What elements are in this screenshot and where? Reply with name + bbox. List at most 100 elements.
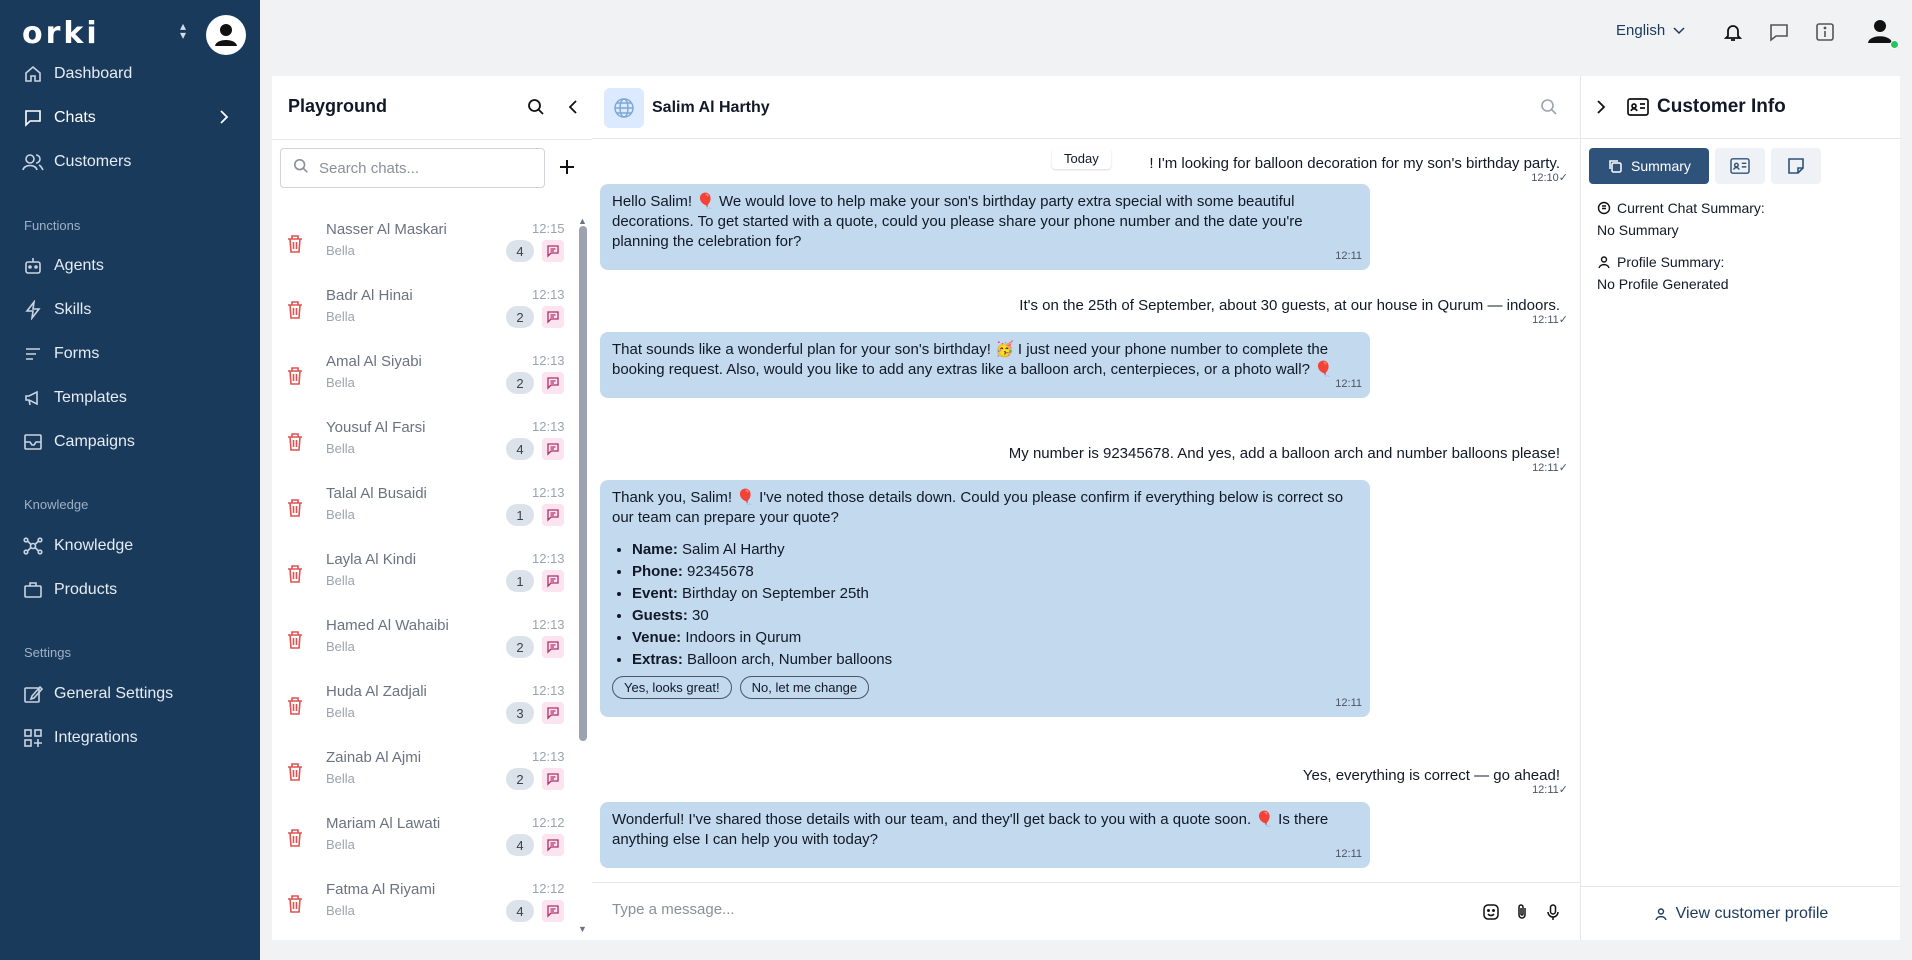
scrollbar-thumb[interactable] bbox=[579, 226, 587, 741]
chat-list-item[interactable]: Badr Al Hinai Bella 12:13 2 bbox=[272, 280, 572, 346]
chat-contact-name: Mariam Al Lawati bbox=[326, 815, 441, 832]
message-user: My number is 92345678. And yes, add a ba… bbox=[996, 436, 1572, 482]
sticky-note-icon bbox=[1788, 158, 1804, 174]
message-count-badge: 3 bbox=[506, 702, 534, 724]
emoji-icon[interactable] bbox=[1480, 901, 1502, 923]
chat-list-item[interactable]: Amal Al Siyabi Bella 12:13 2 bbox=[272, 346, 572, 412]
search-icon[interactable] bbox=[525, 96, 547, 118]
sidebar-item-knowledge[interactable]: Knowledge bbox=[0, 526, 260, 566]
message-time: 12:11✓ bbox=[1532, 462, 1568, 474]
attachment-icon[interactable] bbox=[1511, 901, 1533, 923]
view-customer-profile-link[interactable]: View customer profile bbox=[1581, 886, 1901, 940]
message-time: 12:11 bbox=[1335, 378, 1362, 390]
chat-agent-name: Bella bbox=[326, 705, 355, 720]
trash-icon[interactable] bbox=[286, 630, 306, 652]
trash-icon[interactable] bbox=[286, 564, 306, 586]
chevron-right-icon[interactable] bbox=[1595, 98, 1607, 121]
chat-list-item[interactable]: Talal Al Busaidi Bella 12:13 1 bbox=[272, 478, 572, 544]
divider bbox=[272, 139, 592, 140]
sidebar-item-chats[interactable]: Chats bbox=[0, 98, 260, 138]
chat-agent-name: Bella bbox=[326, 243, 355, 258]
chat-list-item[interactable]: Nasser Al Maskari Bella 12:15 4 bbox=[272, 214, 572, 280]
check-icon: ✓ bbox=[1558, 314, 1568, 326]
info-icon[interactable] bbox=[1813, 20, 1837, 44]
trash-icon[interactable] bbox=[286, 366, 306, 388]
message-text: Wonderful! I've shared those details wit… bbox=[612, 811, 1329, 848]
new-chat-button[interactable] bbox=[554, 154, 580, 180]
sidebar-item-label: Chats bbox=[54, 109, 96, 126]
sidebar-item-general-settings[interactable]: General Settings bbox=[0, 674, 260, 714]
id-card-icon bbox=[1730, 158, 1750, 174]
chat-list-item[interactable]: Yousuf Al Farsi Bella 12:13 4 bbox=[272, 412, 572, 478]
copy-icon bbox=[1609, 160, 1622, 173]
profile-summary-value: No Profile Generated bbox=[1597, 276, 1729, 292]
trash-icon[interactable] bbox=[286, 432, 306, 454]
tab-notes[interactable] bbox=[1770, 148, 1821, 184]
message-composer bbox=[592, 882, 1580, 940]
message-time: 12:10✓ bbox=[1531, 172, 1568, 184]
tab-summary[interactable]: Summary bbox=[1589, 148, 1709, 184]
sidebar-item-label: Templates bbox=[54, 389, 127, 406]
detail-item: Venue: Indoors in Qurum bbox=[632, 628, 1358, 648]
sidebar-item-campaigns[interactable]: Campaigns bbox=[0, 422, 260, 462]
scroll-down-arrow[interactable]: ▼ bbox=[578, 924, 587, 934]
chat-list-item[interactable]: Huda Al Zadjali Bella 12:13 3 bbox=[272, 676, 572, 742]
message-icon bbox=[542, 834, 564, 856]
tab-summary-label: Summary bbox=[1631, 158, 1691, 174]
message-bot: Wonderful! I've shared those details wit… bbox=[600, 802, 1370, 868]
trash-icon[interactable] bbox=[286, 498, 306, 520]
sidebar-item-label: General Settings bbox=[54, 685, 174, 702]
trash-icon[interactable] bbox=[286, 300, 306, 322]
message-icon bbox=[542, 240, 564, 262]
workspace-switch-icon[interactable]: ▴ ▾ bbox=[180, 20, 186, 41]
chat-agent-name: Bella bbox=[326, 441, 355, 456]
check-icon: ✓ bbox=[1558, 172, 1568, 184]
search-icon[interactable] bbox=[1540, 98, 1558, 121]
bell-icon[interactable] bbox=[1721, 20, 1745, 44]
chat-list-item[interactable]: Hamed Al Wahaibi Bella 12:13 2 bbox=[272, 610, 572, 676]
customer-info-panel: Customer Info Summary Current Chat Summa… bbox=[1580, 76, 1901, 940]
tab-profile[interactable] bbox=[1714, 148, 1765, 184]
sidebar-item-templates[interactable]: Templates bbox=[0, 378, 260, 418]
trash-icon[interactable] bbox=[286, 828, 306, 850]
message-input[interactable] bbox=[612, 901, 1412, 918]
chat-list-item[interactable]: Layla Al Kindi Bella 12:13 1 bbox=[272, 544, 572, 610]
collapse-left-icon[interactable] bbox=[562, 96, 584, 118]
sidebar-item-label: Forms bbox=[54, 345, 100, 362]
workspace-avatar[interactable] bbox=[206, 15, 246, 55]
trash-icon[interactable] bbox=[286, 234, 306, 256]
chat-list-item[interactable]: Fatma Al Riyami Bella 12:12 4 bbox=[272, 874, 572, 940]
trash-icon[interactable] bbox=[286, 894, 306, 916]
chat-contact-name: Fatma Al Riyami bbox=[326, 881, 436, 898]
sidebar-item-integrations[interactable]: Integrations bbox=[0, 718, 260, 758]
chat-contact-name: Amal Al Siyabi bbox=[326, 353, 422, 370]
language-selector[interactable]: English bbox=[1616, 22, 1685, 39]
customer-info-header: Customer Info bbox=[1581, 76, 1901, 139]
microphone-icon[interactable] bbox=[1542, 901, 1564, 923]
chat-list-item[interactable]: Mariam Al Lawati Bella 12:12 4 bbox=[272, 808, 572, 874]
message-time: 12:11 bbox=[1335, 848, 1362, 860]
quick-reply-confirm-button[interactable]: Yes, looks great! bbox=[612, 676, 732, 699]
quick-reply-change-button[interactable]: No, let me change bbox=[739, 676, 870, 699]
sidebar-item-forms[interactable]: Forms bbox=[0, 334, 260, 374]
sidebar-item-skills[interactable]: Skills bbox=[0, 290, 260, 330]
check-icon: ✓ bbox=[1558, 462, 1568, 474]
contact-name: Salim Al Harthy bbox=[652, 99, 770, 116]
sidebar-item-dashboard[interactable]: Dashboard bbox=[0, 54, 260, 94]
sidebar-item-agents[interactable]: Agents bbox=[0, 246, 260, 286]
message-time: 12:11 bbox=[1335, 697, 1362, 709]
search-chats-box bbox=[280, 148, 545, 188]
scroll-up-arrow[interactable]: ▲ bbox=[578, 216, 587, 226]
search-chats-input[interactable] bbox=[319, 159, 519, 177]
chat-agent-name: Bella bbox=[326, 639, 355, 654]
trash-icon[interactable] bbox=[286, 696, 306, 718]
message-count-badge: 4 bbox=[506, 900, 534, 922]
trash-icon[interactable] bbox=[286, 762, 306, 784]
mail-icon bbox=[22, 431, 44, 453]
chat-list-item[interactable]: Zainab Al Ajmi Bella 12:13 2 bbox=[272, 742, 572, 808]
message-bot: That sounds like a wonderful plan for yo… bbox=[600, 332, 1370, 398]
messages-icon[interactable] bbox=[1767, 20, 1791, 44]
sidebar-item-customers[interactable]: Customers bbox=[0, 142, 260, 182]
sidebar-item-label: Integrations bbox=[54, 729, 138, 746]
sidebar-item-products[interactable]: Products bbox=[0, 570, 260, 610]
